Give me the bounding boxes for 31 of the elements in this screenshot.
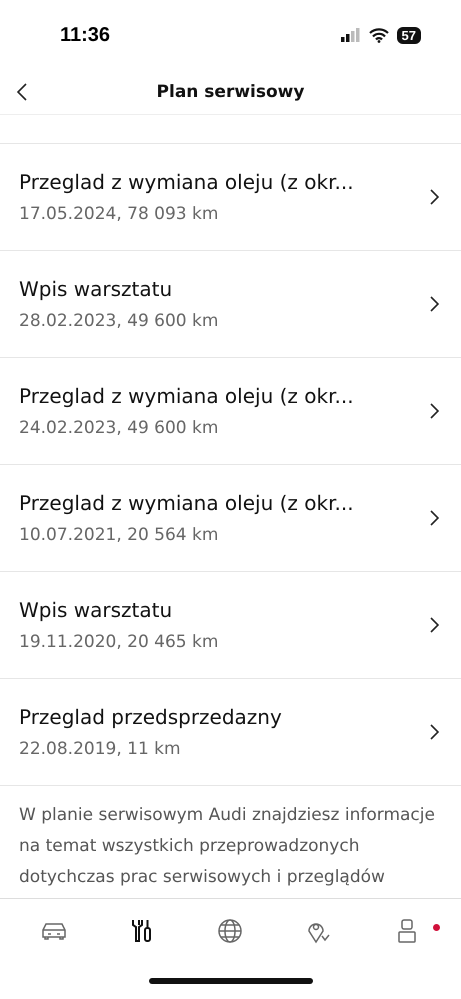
- entry-date-mileage: 10.07.2021, 20 564 km: [19, 525, 220, 545]
- entry-title: Przeglad z wymiana oleju (z okr...: [19, 384, 355, 408]
- chevron-right-icon: [429, 188, 439, 206]
- service-entry[interactable]: Wpis warsztatu 19.11.2020, 20 465 km: [0, 572, 461, 679]
- entry-date-mileage: 19.11.2020, 20 465 km: [19, 632, 220, 652]
- signal-icon: [340, 28, 361, 42]
- service-entry[interactable]: Przeglad z wymiana oleju (z okr... 10.07.2021, 20 564 km: [0, 465, 461, 572]
- service-entry[interactable]: Przeglad z wymiana oleju (z okr... 17.05.2024, 78 093 km: [0, 144, 461, 251]
- chevron-right-icon: [429, 723, 439, 741]
- entry-title: Przeglad z wymiana oleju (z okr...: [19, 170, 355, 194]
- info-paragraph: W planie serwisowym Audi znajdziesz informacje na temat wszystkich przeprowadzonych dotychczas prac serwisowych i przeglądów: [18, 804, 436, 889]
- entry-date-mileage: 28.02.2023, 49 600 km: [19, 311, 220, 331]
- entry-title: Wpis warsztatu: [19, 277, 174, 301]
- entry-date-mileage: 22.08.2019, 11 km: [19, 739, 182, 759]
- chevron-right-icon: [429, 295, 439, 313]
- wifi-icon: [368, 28, 389, 42]
- status-time: 11:36: [60, 24, 110, 46]
- service-entry[interactable]: Przeglad przedsprzedazny 22.08.2019, 11 km: [0, 679, 461, 786]
- service-entry[interactable]: Wpis warsztatu 28.02.2023, 49 600 km: [0, 251, 461, 358]
- chevron-right-icon: [429, 402, 439, 420]
- screen-title: Plan serwisowy: [156, 82, 304, 102]
- entry-title: Wpis warsztatu: [19, 598, 174, 622]
- battery-level: 57: [396, 26, 421, 44]
- back-icon: [16, 82, 28, 102]
- entry-date-mileage: 17.05.2024, 78 093 km: [19, 204, 220, 224]
- service-entry[interactable]: Przeglad z wymiana oleju (z okr... 24.02.2023, 49 600 km: [0, 358, 461, 465]
- chevron-right-icon: [429, 509, 439, 527]
- entry-title: Przeglad z wymiana oleju (z okr...: [19, 491, 355, 515]
- entry-date-mileage: 24.02.2023, 49 600 km: [19, 418, 220, 438]
- entry-title: Przeglad przedsprzedazny: [19, 705, 283, 729]
- chevron-right-icon: [429, 616, 439, 634]
